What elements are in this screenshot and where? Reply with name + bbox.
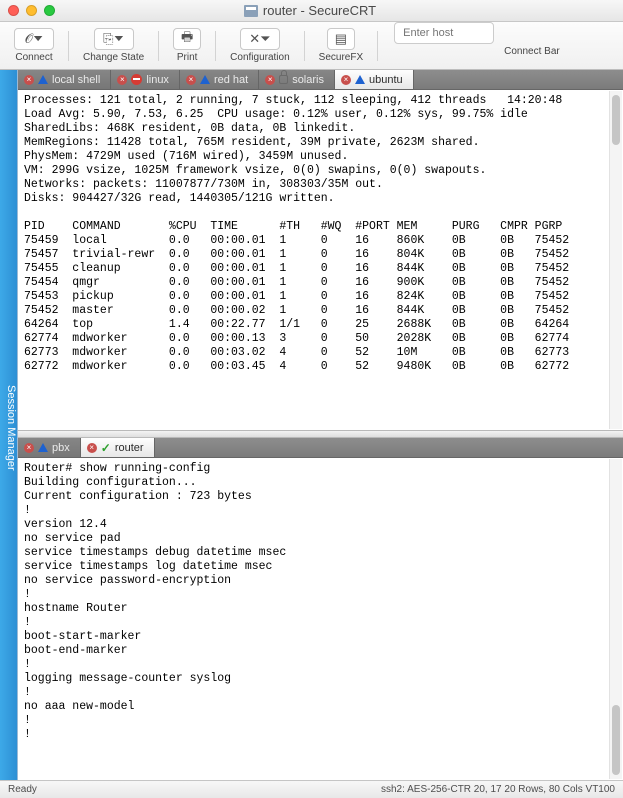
titlebar: router - SecureCRT: [0, 0, 623, 22]
status-bar: Ready ssh2: AES-256-CTR 20, 17 20 Rows, …: [0, 780, 623, 798]
scrollbar[interactable]: [609, 459, 622, 779]
connect-bar-label: Connect Bar: [504, 46, 560, 57]
change-state-button[interactable]: ⎘⏷ Change State: [75, 25, 152, 66]
tab-linux[interactable]: × linux: [111, 70, 180, 89]
securefx-button[interactable]: ▤ SecureFX: [311, 25, 371, 66]
connect-button[interactable]: 𝒪⏷ Connect: [6, 25, 62, 66]
terminal-bottom[interactable]: Router# show running-config Building con…: [18, 458, 623, 780]
tab-label: red hat: [214, 74, 248, 86]
status-left: Ready: [8, 784, 37, 795]
terminal-top[interactable]: Processes: 121 total, 2 running, 7 stuck…: [18, 90, 623, 430]
top-tabbar: × local shell × linux × red hat × solaris × ubunt…: [18, 70, 623, 90]
tab-label: pbx: [52, 442, 70, 454]
zoom-window-button[interactable]: [44, 5, 55, 16]
close-tab-icon[interactable]: ×: [87, 443, 97, 453]
no-entry-icon: [131, 74, 142, 85]
close-tab-icon[interactable]: ×: [186, 75, 196, 85]
host-input[interactable]: [394, 22, 494, 44]
close-tab-icon[interactable]: ×: [24, 443, 34, 453]
tab-red-hat[interactable]: × red hat: [180, 70, 259, 89]
app-icon: [244, 5, 258, 17]
warning-icon: [200, 75, 210, 84]
print-icon: 🖶: [173, 28, 201, 50]
connect-icon: 𝒪⏷: [14, 28, 54, 50]
bottom-tabbar: × pbx × ✓ router: [18, 438, 623, 458]
tab-router[interactable]: × ✓ router: [81, 438, 155, 457]
configuration-icon: ✕⏷: [240, 28, 280, 50]
tab-label: linux: [146, 74, 169, 86]
tab-label: ubuntu: [369, 74, 403, 86]
print-button[interactable]: 🖶 Print: [165, 25, 209, 66]
close-window-button[interactable]: [8, 5, 19, 16]
scrollbar[interactable]: [609, 91, 622, 429]
status-right: ssh2: AES-256-CTR 20, 17 20 Rows, 80 Col…: [381, 784, 615, 795]
close-tab-icon[interactable]: ×: [265, 75, 275, 85]
tab-label: local shell: [52, 74, 100, 86]
tab-local-shell[interactable]: × local shell: [18, 70, 111, 89]
window-title-text: router - SecureCRT: [263, 3, 376, 18]
configuration-button[interactable]: ✕⏷ Configuration: [222, 25, 297, 66]
warning-icon: [355, 75, 365, 84]
check-icon: ✓: [101, 442, 111, 454]
close-tab-icon[interactable]: ×: [24, 75, 34, 85]
window-title: router - SecureCRT: [55, 3, 565, 18]
toolbar: 𝒪⏷ Connect ⎘⏷ Change State 🖶 Print ✕⏷ Co…: [0, 22, 623, 70]
warning-icon: [38, 75, 48, 84]
close-tab-icon[interactable]: ×: [117, 75, 127, 85]
session-manager-tab[interactable]: Session Manager: [0, 70, 18, 780]
change-state-icon: ⎘⏷: [94, 28, 134, 50]
tab-label: solaris: [292, 74, 324, 86]
tab-ubuntu[interactable]: × ubuntu: [335, 70, 414, 89]
lock-icon: [279, 75, 288, 84]
minimize-window-button[interactable]: [26, 5, 37, 16]
close-tab-icon[interactable]: ×: [341, 75, 351, 85]
tab-pbx[interactable]: × pbx: [18, 438, 81, 457]
traffic-lights: [8, 5, 55, 16]
tab-label: router: [115, 442, 144, 454]
tab-solaris[interactable]: × solaris: [259, 70, 335, 89]
pane-splitter[interactable]: [18, 430, 623, 438]
warning-icon: [38, 443, 48, 452]
securefx-icon: ▤: [327, 28, 355, 50]
